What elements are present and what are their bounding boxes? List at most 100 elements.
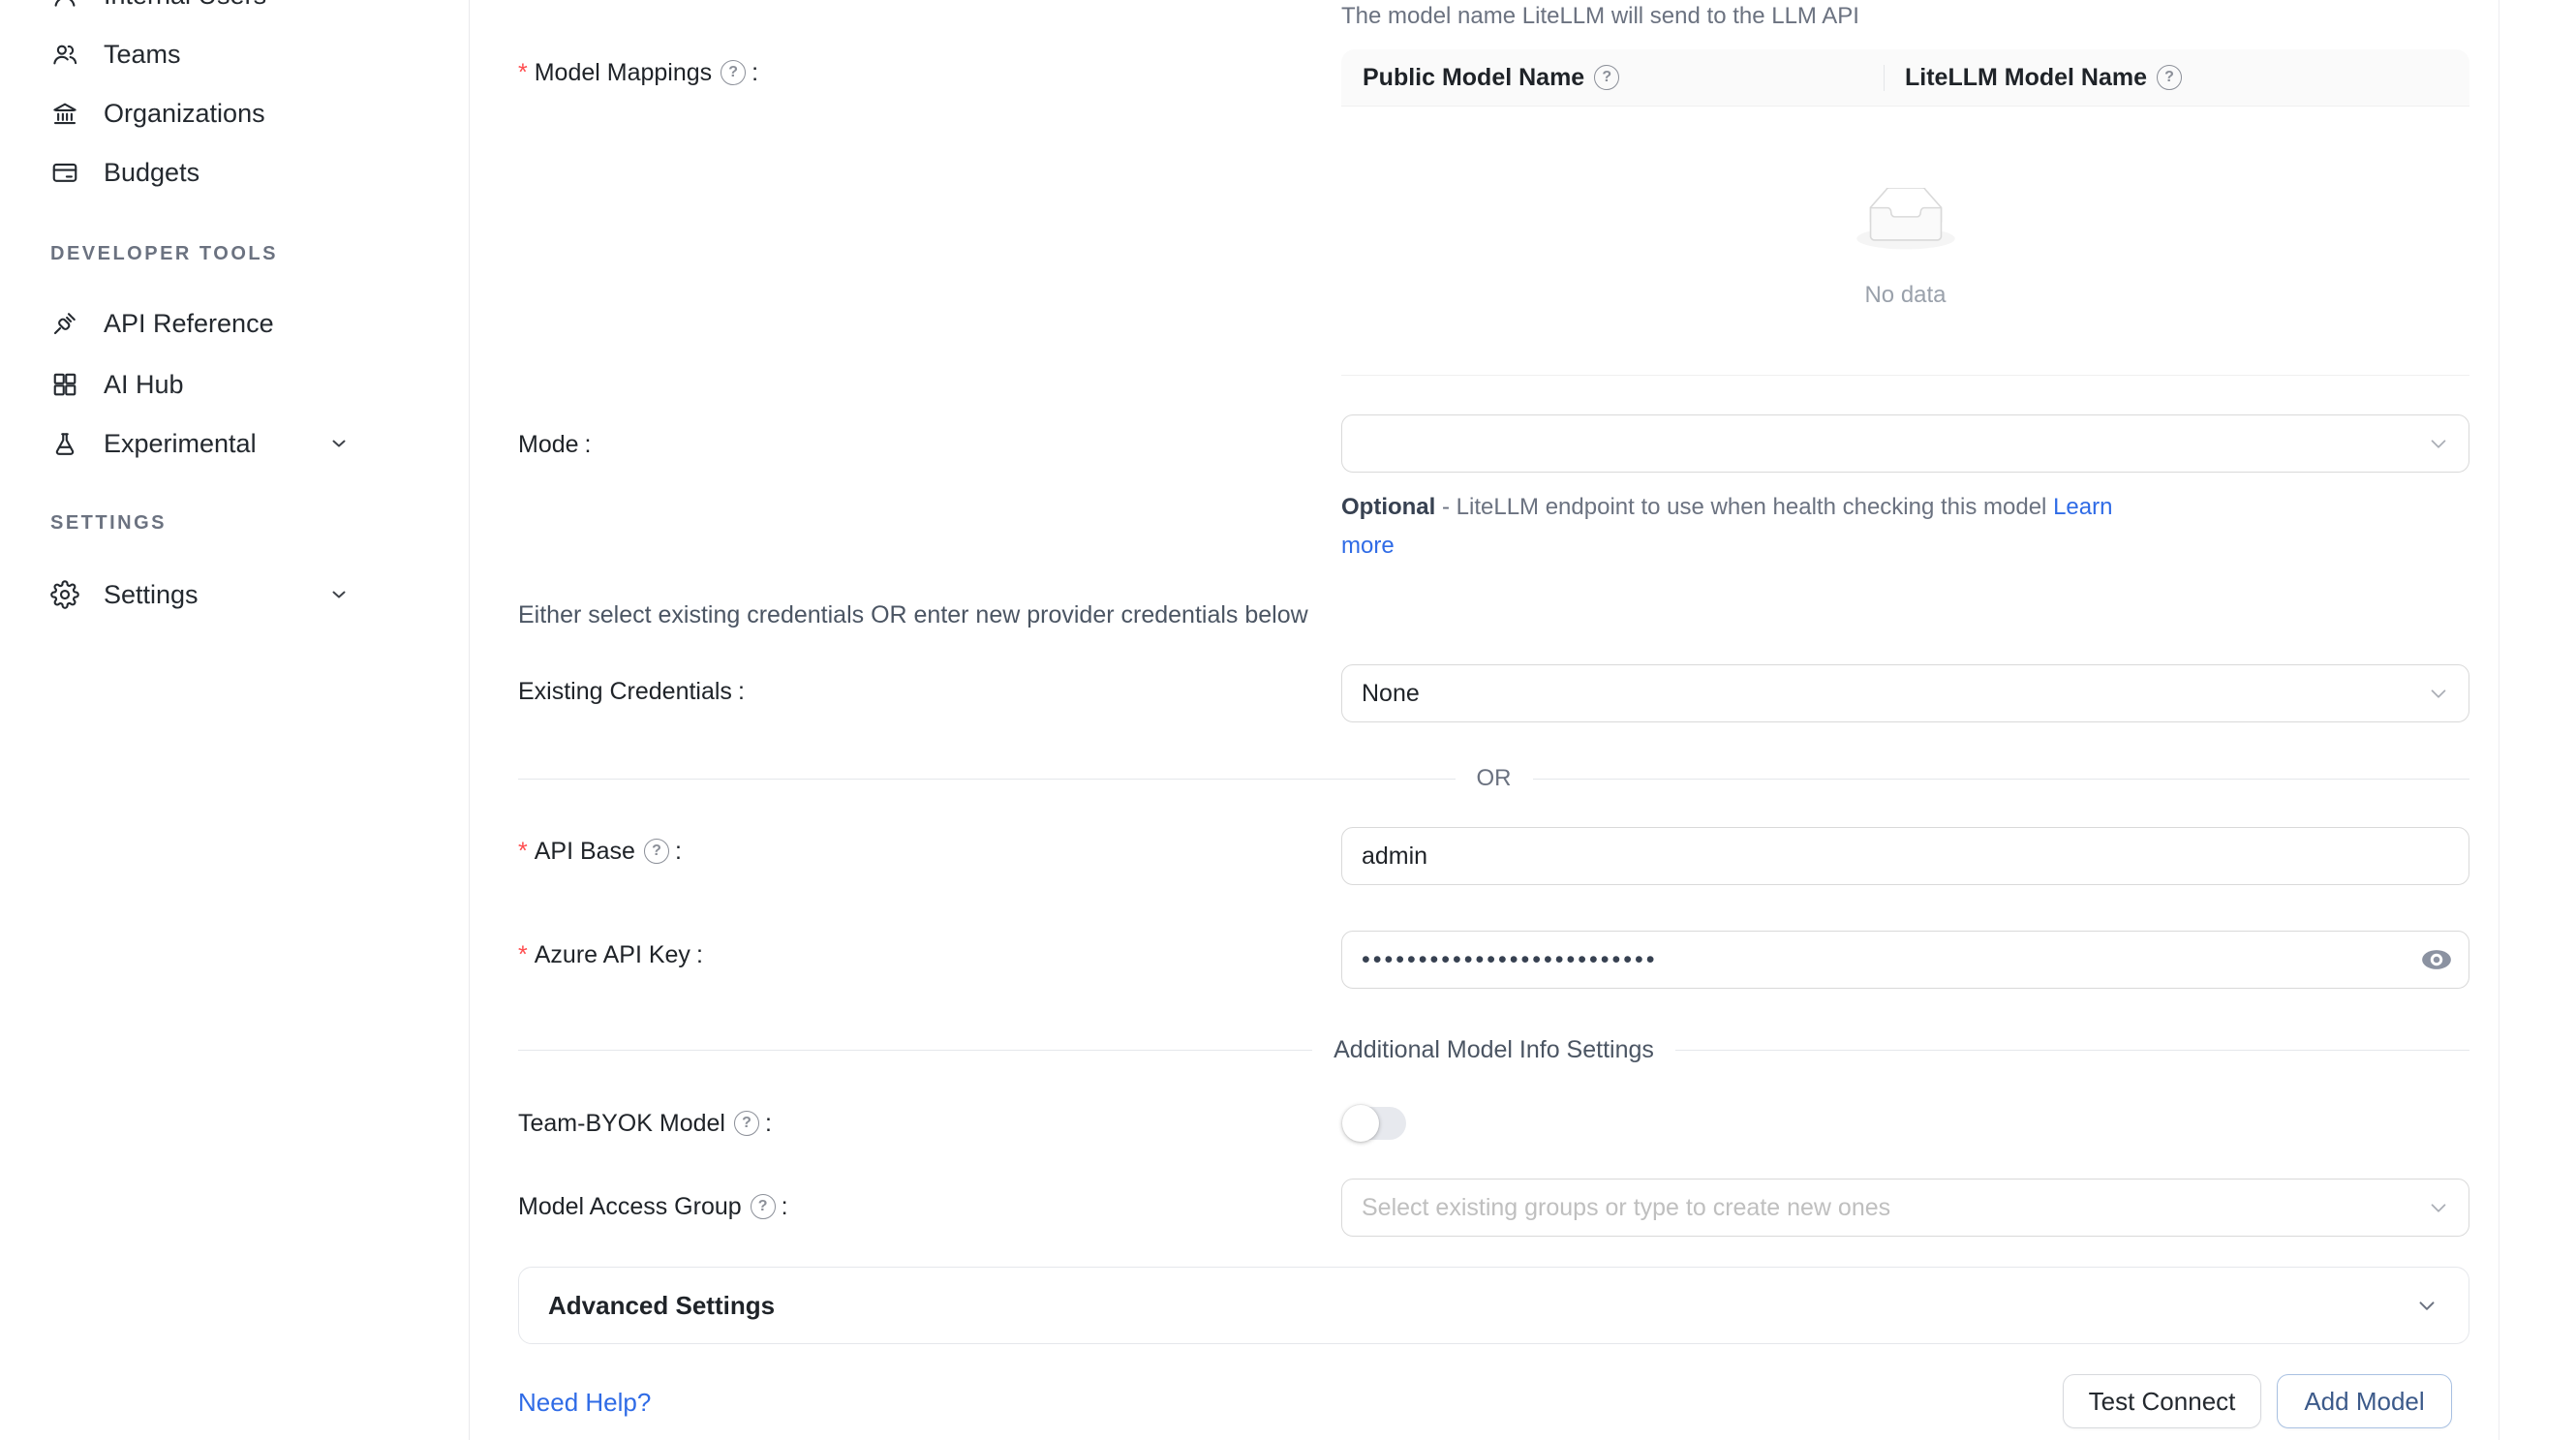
eye-icon[interactable] [2420,943,2453,976]
table-header-row: Public Model Name ? LiteLLM Model Name ? [1341,49,2469,107]
sidebar-item-label: Budgets [104,158,199,188]
or-divider: OR [518,766,2469,791]
question-circle-icon[interactable]: ? [1594,65,1619,90]
toggle-knob [1342,1105,1379,1142]
label-text: Model Access Group [518,1192,742,1221]
credentials-note: Either select existing credentials OR en… [518,601,1308,629]
bank-icon [50,99,79,128]
model-name-help-text: The model name LiteLLM will send to the … [1341,3,1859,30]
divider-text: Additional Model Info Settings [1334,1036,1654,1064]
chevron-down-icon [327,432,351,455]
question-circle-icon[interactable]: ? [734,1111,759,1136]
required-asterisk: * [518,837,528,866]
model-mappings-label: * Model Mappings ? : [518,58,758,87]
model-access-group-select[interactable] [1341,1179,2469,1237]
divider-line [518,1050,1312,1051]
question-circle-icon[interactable]: ? [644,839,669,864]
mode-select[interactable] [1341,414,2469,473]
user-icon [50,0,79,10]
question-circle-icon[interactable]: ? [2157,65,2182,90]
required-asterisk: * [518,58,528,87]
label-text: Team-BYOK Model [518,1109,725,1138]
divider-text: OR [1477,765,1512,792]
advanced-settings-panel[interactable]: Advanced Settings [518,1267,2469,1344]
label-colon: : [782,1192,788,1221]
required-asterisk: * [518,940,528,969]
sidebar-item-label: AI Hub [104,370,184,400]
sidebar-item-internal-users[interactable]: Internal Users [0,0,469,18]
api-base-input[interactable] [1341,827,2469,885]
sidebar-item-label: API Reference [104,309,274,339]
table-header-litellm-model-name: LiteLLM Model Name ? [1884,49,2182,106]
sidebar-item-organizations[interactable]: Organizations [0,90,469,137]
empty-inbox-icon [1856,188,1955,251]
sidebar-item-label: Internal Users [104,0,266,11]
sidebar-item-label: Teams [104,40,181,70]
divider-line [1533,779,2470,780]
sidebar-item-ai-hub[interactable]: AI Hub [0,361,469,408]
label-text: API Base [535,837,635,866]
label-text: Model Mappings [535,58,712,87]
azure-api-key-label: * Azure API Key : [518,940,703,969]
sidebar-item-settings[interactable]: Settings [0,571,469,618]
help-body: - LiteLLM endpoint to use when health ch… [1435,494,2053,520]
sidebar-item-budgets[interactable]: Budgets [0,149,469,196]
no-data-text: No data [1864,282,1946,309]
azure-api-key-field [1341,931,2469,989]
advanced-settings-title: Advanced Settings [548,1291,775,1321]
question-circle-icon[interactable]: ? [751,1194,776,1219]
table-empty-state: No data [1341,107,2469,375]
selected-value: None [1362,680,1420,708]
label-colon: : [696,940,703,969]
azure-api-key-input[interactable] [1341,931,2469,989]
sidebar: Internal Users Teams Organizations Budge… [0,0,470,1440]
column-title: LiteLLM Model Name [1905,64,2147,92]
need-help-link[interactable]: Need Help? [518,1388,651,1418]
sidebar-section-developer-tools: DEVELOPER TOOLS [50,243,278,266]
team-byok-toggle[interactable] [1344,1107,1406,1140]
api-plug-icon [50,309,79,338]
model-access-group-input[interactable] [1362,1194,2407,1222]
question-circle-icon[interactable]: ? [721,60,746,85]
sidebar-item-label: Experimental [104,429,257,459]
mode-help-text: Optional - LiteLLM endpoint to use when … [1341,488,2143,566]
team-byok-label: Team-BYOK Model ? : [518,1109,772,1138]
label-text: Azure API Key [535,940,690,969]
divider-line [1675,1050,2469,1051]
credit-card-icon [50,158,79,187]
add-model-button[interactable]: Add Model [2277,1374,2452,1428]
existing-credentials-label: Existing Credentials : [518,677,745,706]
sidebar-item-experimental[interactable]: Experimental [0,420,469,467]
sidebar-item-teams[interactable]: Teams [0,31,469,77]
model-access-group-label: Model Access Group ? : [518,1192,788,1221]
help-bold: Optional [1341,494,1435,520]
additional-settings-divider: Additional Model Info Settings [518,1037,2469,1062]
label-colon: : [765,1109,772,1138]
chevron-down-icon [327,583,351,606]
label-colon: : [675,837,682,866]
sidebar-section-settings: SETTINGS [50,512,167,536]
add-model-form: The model name LiteLLM will send to the … [471,0,2576,1440]
label-colon: : [751,58,758,87]
table-header-public-model-name: Public Model Name ? [1341,49,1884,106]
sidebar-item-label: Organizations [104,99,265,129]
teams-icon [50,40,79,69]
label-text: Mode [518,430,579,459]
existing-credentials-select[interactable]: None [1341,664,2469,722]
chevron-down-icon [2426,681,2451,706]
sidebar-item-api-reference[interactable]: API Reference [0,300,469,347]
flask-icon [50,429,79,458]
chevron-down-icon [2414,1293,2439,1318]
chevron-down-icon [2426,1195,2451,1220]
divider-line [518,779,1456,780]
gear-icon [50,580,79,609]
mode-label: Mode : [518,430,592,459]
test-connect-button[interactable]: Test Connect [2063,1374,2261,1428]
label-colon: : [585,430,592,459]
api-base-label: * API Base ? : [518,837,682,866]
grid-icon [50,370,79,399]
sidebar-item-label: Settings [104,580,199,610]
column-divider [1884,65,1885,91]
column-title: Public Model Name [1363,64,1584,92]
label-text: Existing Credentials [518,677,732,706]
